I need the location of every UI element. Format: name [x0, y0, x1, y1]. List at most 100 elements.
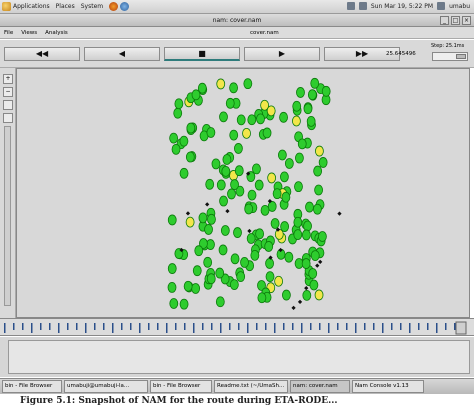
network-node[interactable] — [169, 132, 179, 144]
step-slider-knob[interactable] — [456, 54, 466, 59]
network-node[interactable] — [284, 158, 294, 169]
network-node[interactable] — [215, 296, 225, 308]
network-node[interactable] — [255, 228, 265, 240]
network-node[interactable] — [270, 218, 280, 229]
zoom-in-button[interactable]: + — [3, 74, 13, 84]
system-menu[interactable]: System — [81, 3, 103, 10]
network-node[interactable] — [169, 298, 179, 309]
step-slider[interactable] — [432, 52, 468, 61]
network-node[interactable] — [192, 265, 202, 277]
network-node[interactable] — [205, 178, 215, 190]
network-node[interactable] — [203, 256, 213, 268]
network-node[interactable] — [247, 189, 257, 201]
network-node[interactable] — [230, 179, 239, 190]
network-node[interactable] — [303, 220, 312, 232]
network-node[interactable] — [171, 143, 181, 155]
network-node[interactable] — [308, 268, 318, 279]
network-node[interactable] — [198, 212, 208, 224]
network-node[interactable] — [186, 122, 196, 134]
network-node[interactable] — [173, 107, 183, 119]
username[interactable]: umabu — [449, 3, 470, 10]
network-node[interactable] — [179, 298, 189, 310]
network-node[interactable] — [314, 289, 324, 301]
taskbar-trash-icon[interactable] — [426, 380, 436, 393]
places-menu[interactable]: Places — [56, 3, 75, 10]
network-node[interactable] — [174, 98, 184, 110]
network-node[interactable] — [301, 229, 311, 241]
network-node[interactable] — [314, 184, 323, 196]
network-node[interactable] — [264, 241, 274, 252]
network-node[interactable] — [256, 113, 265, 125]
network-node[interactable] — [266, 105, 276, 117]
network-node[interactable] — [301, 258, 311, 269]
network-node[interactable] — [204, 224, 213, 235]
network-node[interactable] — [250, 249, 260, 261]
network-node[interactable] — [260, 204, 270, 216]
network-node[interactable] — [222, 154, 232, 165]
network-node[interactable] — [234, 165, 244, 177]
task-terminal[interactable]: umabuji@umabuji-la... — [64, 380, 148, 393]
menu-file[interactable]: File — [4, 30, 13, 36]
network-node[interactable] — [265, 258, 274, 269]
network-node[interactable] — [240, 257, 249, 268]
network-node[interactable] — [194, 245, 204, 257]
zoom-out-button[interactable]: − — [3, 87, 13, 97]
network-icon[interactable] — [346, 2, 355, 10]
network-node[interactable] — [167, 263, 177, 274]
network-node[interactable] — [310, 250, 320, 261]
task-nam-console[interactable]: Nam Console v1.13 — [352, 380, 424, 393]
minimize-button[interactable]: _ — [440, 16, 449, 25]
network-node[interactable] — [302, 289, 312, 301]
network-node[interactable] — [267, 172, 277, 184]
network-node[interactable] — [297, 138, 307, 150]
window-titlebar[interactable]: nam: cover.nam _ □ × — [0, 14, 474, 27]
user-icon[interactable] — [437, 2, 446, 10]
close-button[interactable]: × — [462, 16, 471, 25]
network-node[interactable] — [313, 165, 323, 177]
network-node[interactable] — [265, 271, 275, 283]
menu-analysis[interactable]: Analysis — [45, 30, 68, 36]
network-node[interactable] — [219, 195, 228, 207]
applications-menu[interactable]: Applications — [13, 3, 50, 10]
network-node[interactable] — [216, 179, 226, 191]
network-node[interactable] — [280, 171, 289, 183]
network-node[interactable] — [318, 231, 327, 242]
volume-icon[interactable] — [358, 2, 367, 10]
rewind-button[interactable]: ◀◀ — [4, 47, 80, 61]
stop-button[interactable]: ■ — [164, 47, 240, 61]
network-node[interactable] — [243, 78, 253, 90]
network-node[interactable] — [179, 167, 189, 179]
network-node[interactable] — [206, 127, 216, 138]
network-node[interactable] — [207, 213, 216, 225]
network-node[interactable] — [218, 244, 228, 256]
network-node[interactable] — [167, 214, 177, 226]
tool-button-4[interactable] — [3, 113, 13, 123]
network-node[interactable] — [244, 203, 254, 215]
network-node[interactable] — [206, 273, 216, 285]
network-node[interactable] — [293, 229, 303, 241]
network-node[interactable] — [313, 203, 322, 215]
network-node[interactable] — [185, 216, 195, 228]
network-node[interactable] — [236, 271, 246, 282]
network-node[interactable] — [318, 157, 328, 168]
network-node[interactable] — [179, 135, 189, 147]
task-nam-cover[interactable]: nam: cover.nam — [290, 380, 350, 393]
network-node[interactable] — [295, 152, 304, 164]
firefox-icon[interactable] — [109, 2, 119, 11]
vertical-zoom-slider[interactable] — [4, 126, 11, 306]
network-node[interactable] — [236, 114, 246, 126]
network-node[interactable] — [293, 216, 303, 228]
network-node[interactable] — [303, 103, 313, 115]
network-node[interactable] — [246, 233, 256, 244]
network-node[interactable] — [252, 163, 261, 175]
network-node[interactable] — [257, 292, 267, 304]
network-node[interactable] — [274, 228, 284, 240]
network-node[interactable] — [254, 179, 264, 191]
tool-button-3[interactable] — [3, 100, 13, 110]
network-node[interactable] — [191, 283, 201, 294]
step-back-button[interactable]: ◀ — [84, 47, 160, 61]
network-node[interactable] — [309, 279, 319, 291]
network-node[interactable] — [211, 158, 221, 170]
network-node[interactable] — [262, 127, 272, 139]
play-button[interactable]: ▶ — [244, 47, 320, 61]
